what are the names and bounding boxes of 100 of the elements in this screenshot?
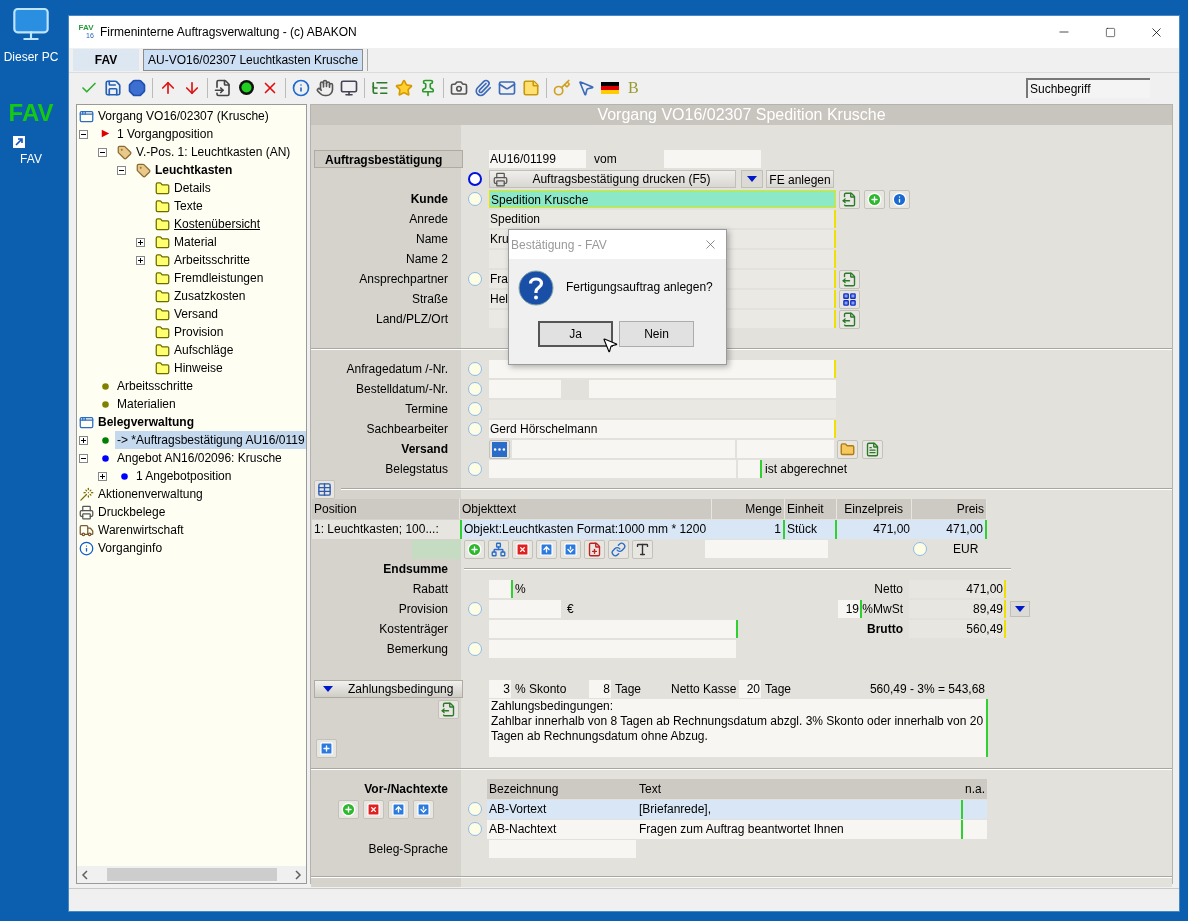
tab[interactable]: AU-VO16/02307 Leuchtkasten Krusche: [143, 49, 364, 71]
star-icon[interactable]: [395, 78, 413, 97]
tree-item[interactable]: Warenwirtschaft: [96, 521, 186, 539]
tree-item[interactable]: Material: [172, 233, 219, 251]
add-button[interactable]: [338, 799, 359, 819]
tree-item[interactable]: Aktionenverwaltung: [96, 485, 205, 503]
input-field[interactable]: 3: [489, 680, 511, 698]
flag-icon[interactable]: [601, 81, 619, 94]
tree-item[interactable]: -> *Auftragsbestätigung AU16/0119: [115, 431, 306, 449]
close-icon[interactable]: [703, 237, 718, 252]
tree-item[interactable]: Provision: [172, 323, 226, 341]
input-field[interactable]: 20: [739, 680, 761, 698]
export-button[interactable]: [839, 309, 860, 329]
radio-button[interactable]: [468, 272, 482, 286]
radio-button[interactable]: [468, 192, 482, 206]
tree-item[interactable]: Vorgang VO16/02307 (Krusche): [96, 107, 271, 125]
tree-item[interactable]: Details: [172, 179, 213, 197]
stop-icon[interactable]: [128, 78, 146, 97]
add-button[interactable]: [864, 189, 885, 209]
input-field[interactable]: [489, 460, 736, 478]
input-field[interactable]: Spedition Krusche: [489, 190, 836, 208]
tree-item[interactable]: Fremdleistungen: [172, 269, 266, 287]
input-field[interactable]: [738, 460, 762, 478]
input-field[interactable]: AU16/01199: [489, 150, 586, 168]
input-field[interactable]: [705, 540, 828, 558]
horizontal-scrollbar[interactable]: [77, 866, 306, 883]
input-field[interactable]: 19: [838, 600, 862, 618]
table-row[interactable]: AB-Vortext [Briefanrede],: [487, 799, 987, 819]
tree-item[interactable]: Kostenübersicht: [172, 215, 263, 233]
table-button[interactable]: [314, 479, 335, 499]
radio-button[interactable]: [468, 362, 482, 376]
document-import-icon[interactable]: [214, 78, 232, 97]
save-icon[interactable]: [104, 78, 122, 97]
section-button[interactable]: Auftragsbestätigung: [314, 150, 463, 168]
tree-item[interactable]: Angebot AN16/02096: Krusche: [115, 449, 284, 467]
key-icon[interactable]: [553, 78, 571, 97]
dialog-button[interactable]: Ja: [538, 321, 613, 347]
dialog-button[interactable]: Nein: [619, 321, 694, 347]
info-button[interactable]: [889, 189, 910, 209]
desktop-icon-label[interactable]: FAV: [20, 150, 42, 168]
camera-icon[interactable]: [450, 78, 468, 97]
export-button[interactable]: [438, 700, 459, 719]
folder-add-button[interactable]: [837, 439, 858, 459]
print-button[interactable]: Auftragsbestätigung drucken (F5): [489, 170, 736, 188]
dropdown-button[interactable]: [741, 170, 763, 188]
collapse-icon[interactable]: [79, 453, 88, 463]
expand-icon[interactable]: [98, 471, 107, 481]
input-field[interactable]: Spedition: [489, 210, 836, 228]
delete-button[interactable]: [363, 799, 384, 819]
delete-button[interactable]: [512, 539, 533, 559]
move-up-button[interactable]: [388, 799, 409, 819]
collapse-icon[interactable]: [117, 165, 126, 175]
document-button[interactable]: [862, 439, 883, 459]
export-button[interactable]: [839, 189, 860, 209]
input-field[interactable]: 89,49: [909, 600, 1006, 618]
note-icon[interactable]: [522, 78, 540, 97]
radio-button[interactable]: [468, 802, 482, 816]
desktop-icon-label[interactable]: Dieser PC: [3, 48, 59, 66]
tree-item[interactable]: Vorganginfo: [96, 539, 165, 557]
input-field[interactable]: 8: [589, 680, 611, 698]
tree-item[interactable]: Aufschläge: [172, 341, 236, 359]
info-icon[interactable]: [292, 78, 310, 97]
collapse-icon[interactable]: [79, 129, 88, 139]
collapse-icon[interactable]: [98, 147, 107, 157]
table-row[interactable]: AB-Nachtext Fragen zum Auftrag beantwortet Ihnen: [487, 819, 987, 839]
expand-icon[interactable]: [79, 435, 88, 445]
tree-item[interactable]: Leuchtkasten: [153, 161, 235, 179]
search-field[interactable]: Suchbegriff: [1026, 77, 1150, 98]
dropdown-button[interactable]: [1010, 601, 1030, 617]
paperclip-icon[interactable]: [474, 78, 492, 97]
expand-icon[interactable]: [136, 237, 145, 247]
tree-item[interactable]: 1 Vorgangposition: [115, 125, 216, 143]
radio-button[interactable]: [468, 422, 482, 436]
tree-item[interactable]: Versand: [172, 305, 221, 323]
tab[interactable]: FAV: [73, 49, 139, 71]
tree-item[interactable]: Hinweise: [172, 359, 225, 377]
radio-button[interactable]: [468, 172, 482, 186]
tree-item[interactable]: Zusatzkosten: [172, 287, 248, 305]
fe-button[interactable]: FE anlegen: [766, 170, 834, 188]
tree-item[interactable]: Materialien: [115, 395, 178, 413]
section-button[interactable]: Zahlungsbedingung: [314, 680, 463, 698]
monitor-icon[interactable]: [340, 78, 358, 97]
status-light-icon[interactable]: [238, 79, 255, 96]
grid-button[interactable]: [839, 289, 860, 309]
add-button[interactable]: [316, 739, 337, 758]
tree-item[interactable]: 1 Angebotposition: [134, 467, 234, 485]
input-field[interactable]: 560,49: [909, 620, 1006, 638]
radio-button[interactable]: [468, 822, 482, 836]
split-button[interactable]: [488, 539, 509, 559]
pin-icon[interactable]: [419, 78, 437, 97]
tree-item[interactable]: Arbeitsschritte: [115, 377, 196, 395]
text-add-button[interactable]: [632, 539, 653, 559]
tree-item[interactable]: Druckbelege: [96, 503, 168, 521]
export-button[interactable]: [839, 269, 860, 289]
payment-terms-text[interactable]: Zahlungsbedingungen: Zahlbar innerhalb von 8 Tagen ab Rechnungsdatum abzgl. 3% Skonto oder innerhalb von 20 Tagen ab Rechnungsdatum ohne Abzug.: [489, 699, 988, 757]
radio-button[interactable]: [913, 542, 927, 556]
mail-icon[interactable]: [498, 78, 516, 97]
add-button[interactable]: [464, 539, 485, 559]
move-down-button[interactable]: [560, 539, 581, 559]
expand-icon[interactable]: [136, 255, 145, 265]
